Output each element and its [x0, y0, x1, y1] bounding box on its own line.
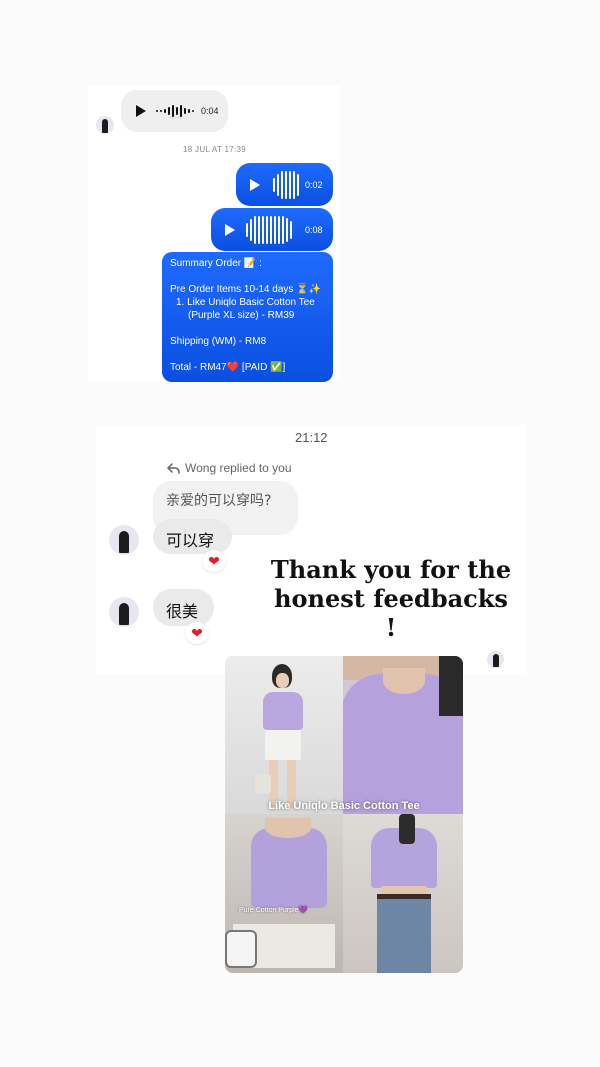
avatar[interactable] — [96, 116, 114, 134]
summary-title: Summary Order 📝 : — [170, 258, 262, 269]
product-title: Like Uniqlo Basic Cotton Tee — [268, 800, 420, 812]
summary-item-detail: (Purple XL size) - RM39 — [188, 310, 295, 321]
message-text: 很美 — [166, 602, 199, 621]
waveform-icon — [156, 102, 194, 120]
summary-items-header: Pre Order Items 10-14 days ⏳✨ — [170, 284, 322, 295]
play-icon[interactable] — [136, 105, 146, 117]
outgoing-voice-message-1[interactable]: 0:02 — [236, 163, 333, 206]
message-text: 可以穿 — [166, 531, 215, 550]
waveform-icon — [246, 215, 292, 245]
play-icon[interactable] — [225, 224, 235, 236]
avatar[interactable] — [109, 525, 139, 555]
summary-total: Total - RM47❤️ [PAID ✅] — [170, 362, 286, 373]
waveform-icon — [273, 170, 299, 200]
order-summary-message[interactable]: Summary Order 📝 : Pre Order Items 10-14 … — [162, 252, 333, 382]
quoted-message-text: 亲爱的可以穿吗? — [166, 493, 272, 509]
product-image[interactable]: Like Uniqlo Basic Cotton Tee Pure Cotton… — [225, 656, 463, 973]
heart-reaction-icon[interactable]: ❤ — [185, 622, 209, 644]
voice-duration: 0:08 — [305, 225, 323, 235]
message-bubble[interactable]: 可以穿 — [153, 519, 232, 554]
thanks-line-1: Thank you for the — [270, 555, 512, 584]
summary-shipping: Shipping (WM) - RM8 — [170, 336, 267, 347]
outgoing-voice-message-2[interactable]: 0:08 — [211, 208, 333, 251]
message-bubble[interactable]: 很美 — [153, 589, 214, 626]
chat-time: 21:12 — [295, 430, 328, 445]
voice-duration: 0:04 — [201, 106, 219, 116]
heart-reaction-icon[interactable]: ❤ — [202, 550, 226, 572]
play-icon[interactable] — [250, 179, 260, 191]
avatar[interactable] — [109, 597, 139, 627]
chat-timestamp: 18 JUL AT 17:39 — [183, 145, 247, 154]
reply-arrow-icon — [167, 462, 180, 474]
reply-label: Wong replied to you — [185, 461, 292, 475]
avatar[interactable] — [487, 651, 504, 668]
voice-duration: 0:02 — [305, 180, 323, 190]
reply-indicator: Wong replied to you — [167, 461, 292, 475]
thank-you-caption: Thank you for the honest feedbacks ! — [266, 555, 516, 642]
summary-item-line: 1. Like Uniqlo Basic Cotton Tee — [176, 297, 315, 308]
product-color-label: Pure Cotton Purple💜 — [239, 907, 308, 914]
incoming-voice-message[interactable]: 0:04 — [121, 90, 228, 132]
thanks-line-2: honest feedbacks ! — [274, 584, 508, 642]
